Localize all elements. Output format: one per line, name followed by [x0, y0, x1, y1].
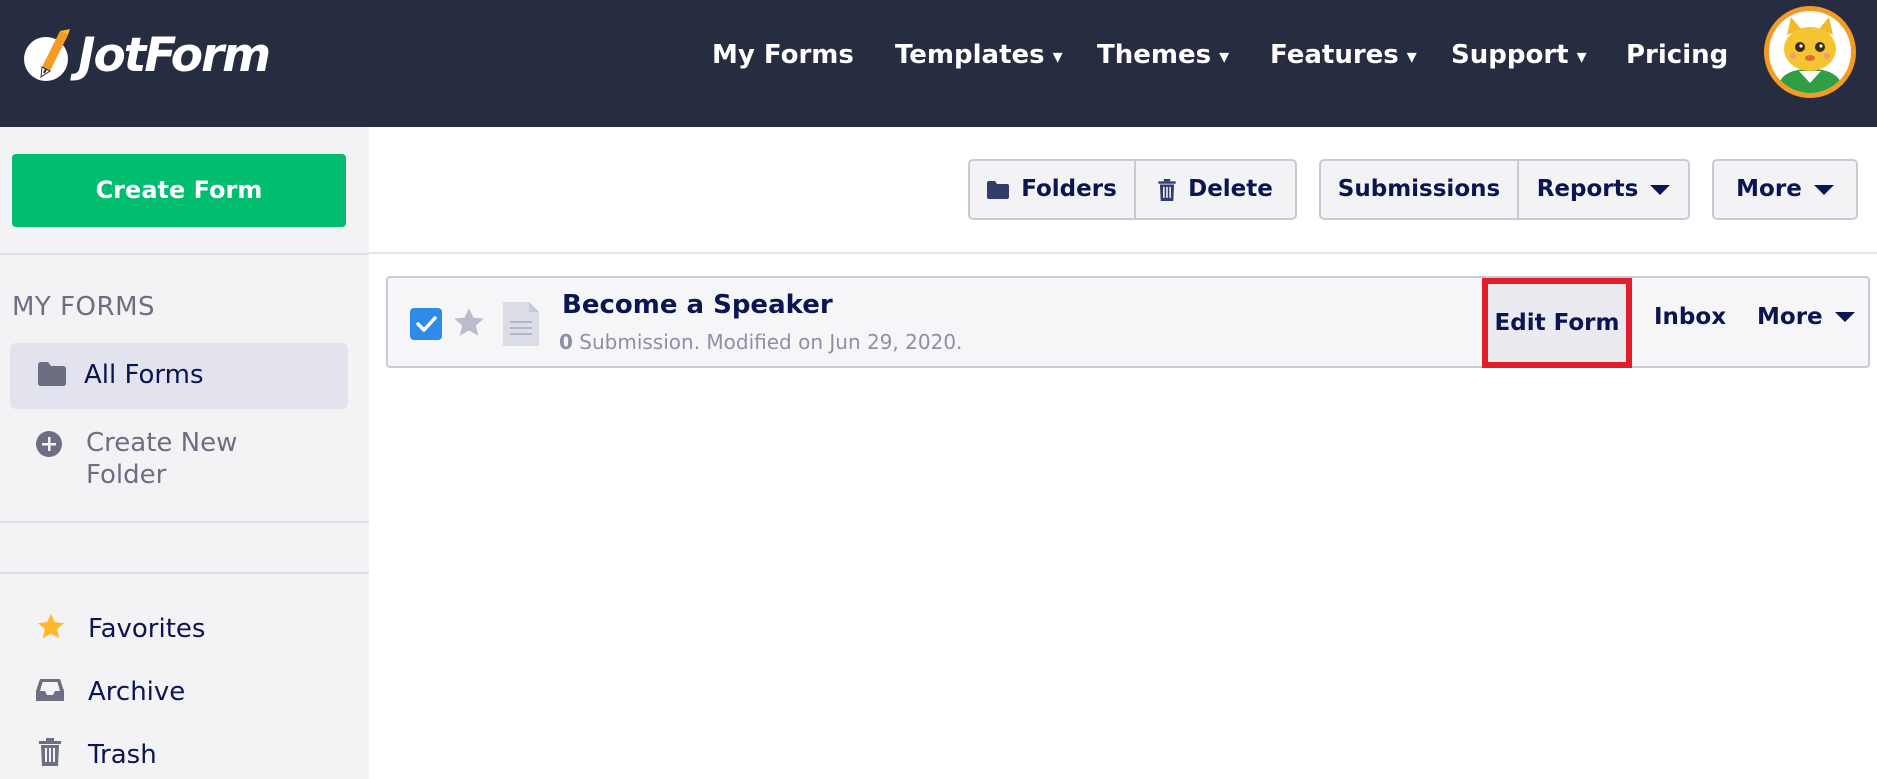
- nav-label: Templates: [895, 40, 1045, 70]
- form-meta-text: Submission. Modified on Jun 29, 2020.: [572, 330, 963, 354]
- caret-down-icon: ▾: [1576, 44, 1587, 68]
- form-document-icon: [503, 302, 539, 350]
- nav-label: Themes: [1097, 40, 1212, 70]
- caret-down-icon: [1813, 184, 1834, 195]
- sidebar-item-label: All Forms: [84, 360, 204, 390]
- user-avatar[interactable]: [1764, 6, 1856, 98]
- edit-form-button[interactable]: Edit Form: [1482, 278, 1632, 368]
- form-checkbox[interactable]: [410, 308, 442, 340]
- sidebar-item-archive[interactable]: Archive: [36, 675, 296, 711]
- sidebar-item-all-forms[interactable]: All Forms: [10, 343, 348, 409]
- submissions-label: Submissions: [1337, 176, 1501, 202]
- sidebar-item-favorites[interactable]: Favorites: [36, 612, 296, 648]
- folders-button[interactable]: Folders: [970, 161, 1134, 218]
- sidebar: Create Form MY FORMS All Forms Create Ne…: [0, 127, 369, 779]
- more-group: More: [1712, 159, 1858, 220]
- sidebar-item-label: Trash: [88, 740, 157, 770]
- top-navigation-bar: JotForm My Forms Templates ▾ Themes ▾ Feat…: [0, 0, 1877, 127]
- delete-button[interactable]: Delete: [1134, 161, 1295, 218]
- nav-themes[interactable]: Themes ▾: [1097, 36, 1229, 74]
- sidebar-divider: [0, 521, 369, 523]
- star-icon: [36, 612, 66, 646]
- nav-label: Support: [1451, 40, 1569, 70]
- more-dropdown-button[interactable]: More: [1714, 161, 1856, 218]
- nav-my-forms[interactable]: My Forms: [712, 36, 854, 74]
- more-label: More: [1736, 176, 1802, 202]
- inbox-button[interactable]: Inbox: [1654, 304, 1726, 330]
- form-list-item[interactable]: Become a Speaker 0 Submission. Modified …: [386, 276, 1870, 368]
- folders-label: Folders: [1021, 176, 1117, 202]
- create-form-button[interactable]: Create Form: [12, 154, 346, 227]
- form-more-label: More: [1757, 304, 1823, 330]
- sidebar-item-trash[interactable]: Trash: [36, 738, 296, 774]
- delete-label: Delete: [1188, 176, 1273, 202]
- create-new-folder-label: Create New Folder: [86, 428, 238, 490]
- toolbar-divider: [369, 252, 1877, 254]
- caret-down-icon: ▾: [1219, 44, 1230, 68]
- pencil-logo-icon: [20, 27, 76, 83]
- nav-templates[interactable]: Templates ▾: [895, 36, 1063, 74]
- caret-down-icon: ▾: [1052, 44, 1063, 68]
- nav-support[interactable]: Support ▾: [1451, 36, 1587, 74]
- caret-down-icon: [1834, 312, 1855, 322]
- checkmark-icon: [416, 316, 437, 332]
- inbox-icon: [36, 677, 64, 707]
- submissions-reports-group: Submissions Reports: [1319, 159, 1690, 220]
- create-new-folder-button[interactable]: Create New Folder: [36, 427, 336, 491]
- sidebar-item-label: Archive: [88, 677, 186, 707]
- folders-delete-group: Folders Delete: [968, 159, 1297, 220]
- nav-pricing[interactable]: Pricing: [1626, 36, 1728, 74]
- submissions-button[interactable]: Submissions: [1321, 161, 1517, 218]
- form-more-dropdown[interactable]: More: [1757, 304, 1855, 330]
- caret-down-icon: ▾: [1406, 44, 1417, 68]
- plus-circle-icon: [36, 431, 62, 461]
- reports-label: Reports: [1536, 176, 1639, 202]
- caret-down-icon: [1650, 184, 1671, 195]
- nav-label: Features: [1270, 40, 1399, 70]
- submission-count: 0: [559, 330, 573, 354]
- folder-icon: [38, 362, 66, 390]
- nav-label: My Forms: [712, 40, 854, 70]
- sidebar-divider: [0, 572, 369, 574]
- jotform-logo[interactable]: JotForm: [20, 25, 271, 85]
- sidebar-item-label: Favorites: [88, 614, 206, 644]
- form-title[interactable]: Become a Speaker: [562, 290, 833, 320]
- trash-icon: [39, 738, 61, 770]
- favorite-star-icon[interactable]: [452, 306, 486, 344]
- cat-avatar-icon: [1769, 11, 1851, 93]
- nav-features[interactable]: Features ▾: [1270, 36, 1417, 74]
- folder-icon: [987, 180, 1010, 199]
- reports-dropdown-button[interactable]: Reports: [1517, 161, 1688, 218]
- trash-icon: [1158, 178, 1176, 201]
- sidebar-divider: [0, 253, 369, 255]
- my-forms-heading: MY FORMS: [12, 292, 156, 322]
- nav-label: Pricing: [1626, 40, 1729, 70]
- logo-text: JotForm: [78, 27, 271, 83]
- form-meta: 0 Submission. Modified on Jun 29, 2020.: [559, 330, 962, 354]
